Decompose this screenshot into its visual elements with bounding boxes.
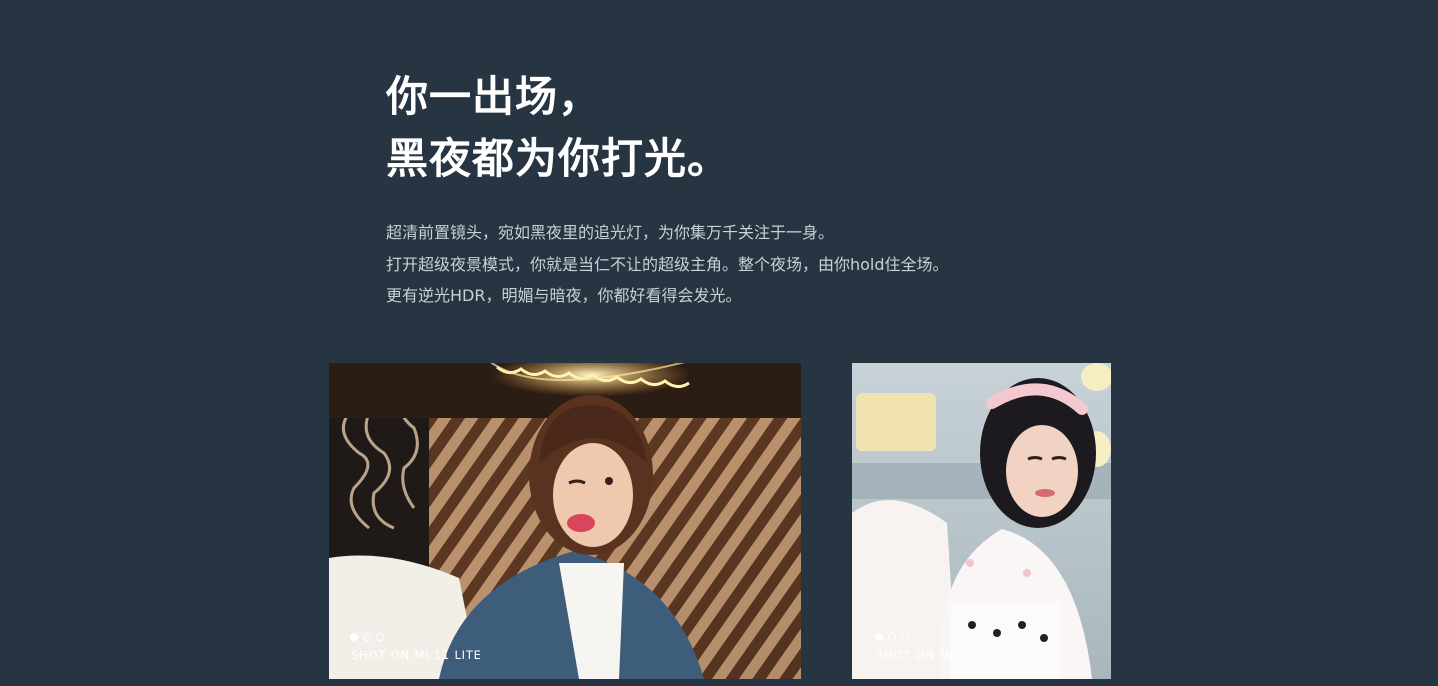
headline-line-2: 黑夜都为你打光。: [386, 134, 731, 183]
photo-caption: SHOT ON MI 11 LITE: [876, 648, 1007, 662]
description-line-3: 更有逆光HDR，明媚与暗夜，你都好看得会发光。: [386, 286, 742, 305]
headline-line-1: 你一出场，: [386, 72, 602, 121]
section-description: 超清前置镜头，宛如黑夜里的追光灯，为你集万千关注于一身。 打开超级夜景模式，你就…: [386, 217, 949, 312]
description-line-1: 超清前置镜头，宛如黑夜里的追光灯，为你集万千关注于一身。: [386, 223, 835, 242]
carousel-dot[interactable]: [376, 633, 384, 641]
carousel-dot[interactable]: [901, 633, 909, 641]
photo-caption: SHOT ON MI 11 LITE: [351, 648, 482, 662]
selfie-backlit-photo: [852, 363, 1111, 679]
photo-carousel-right[interactable]: SHOT ON MI 11 LITE: [852, 363, 1111, 679]
carousel-dots-left: [350, 633, 384, 641]
section-headline: 你一出场， 黑夜都为你打光。: [386, 66, 730, 190]
carousel-dot[interactable]: [888, 633, 896, 641]
carousel-dot[interactable]: [350, 633, 358, 641]
carousel-dots-right: [875, 633, 909, 641]
carousel-dot[interactable]: [363, 633, 371, 641]
carousel-dot[interactable]: [875, 633, 883, 641]
description-line-2: 打开超级夜景模式，你就是当仁不让的超级主角。整个夜场，由你hold住全场。: [386, 254, 949, 274]
photo-carousel-left[interactable]: SHOT ON MI 11 LITE: [329, 363, 801, 679]
selfie-night-photo: [329, 363, 801, 679]
